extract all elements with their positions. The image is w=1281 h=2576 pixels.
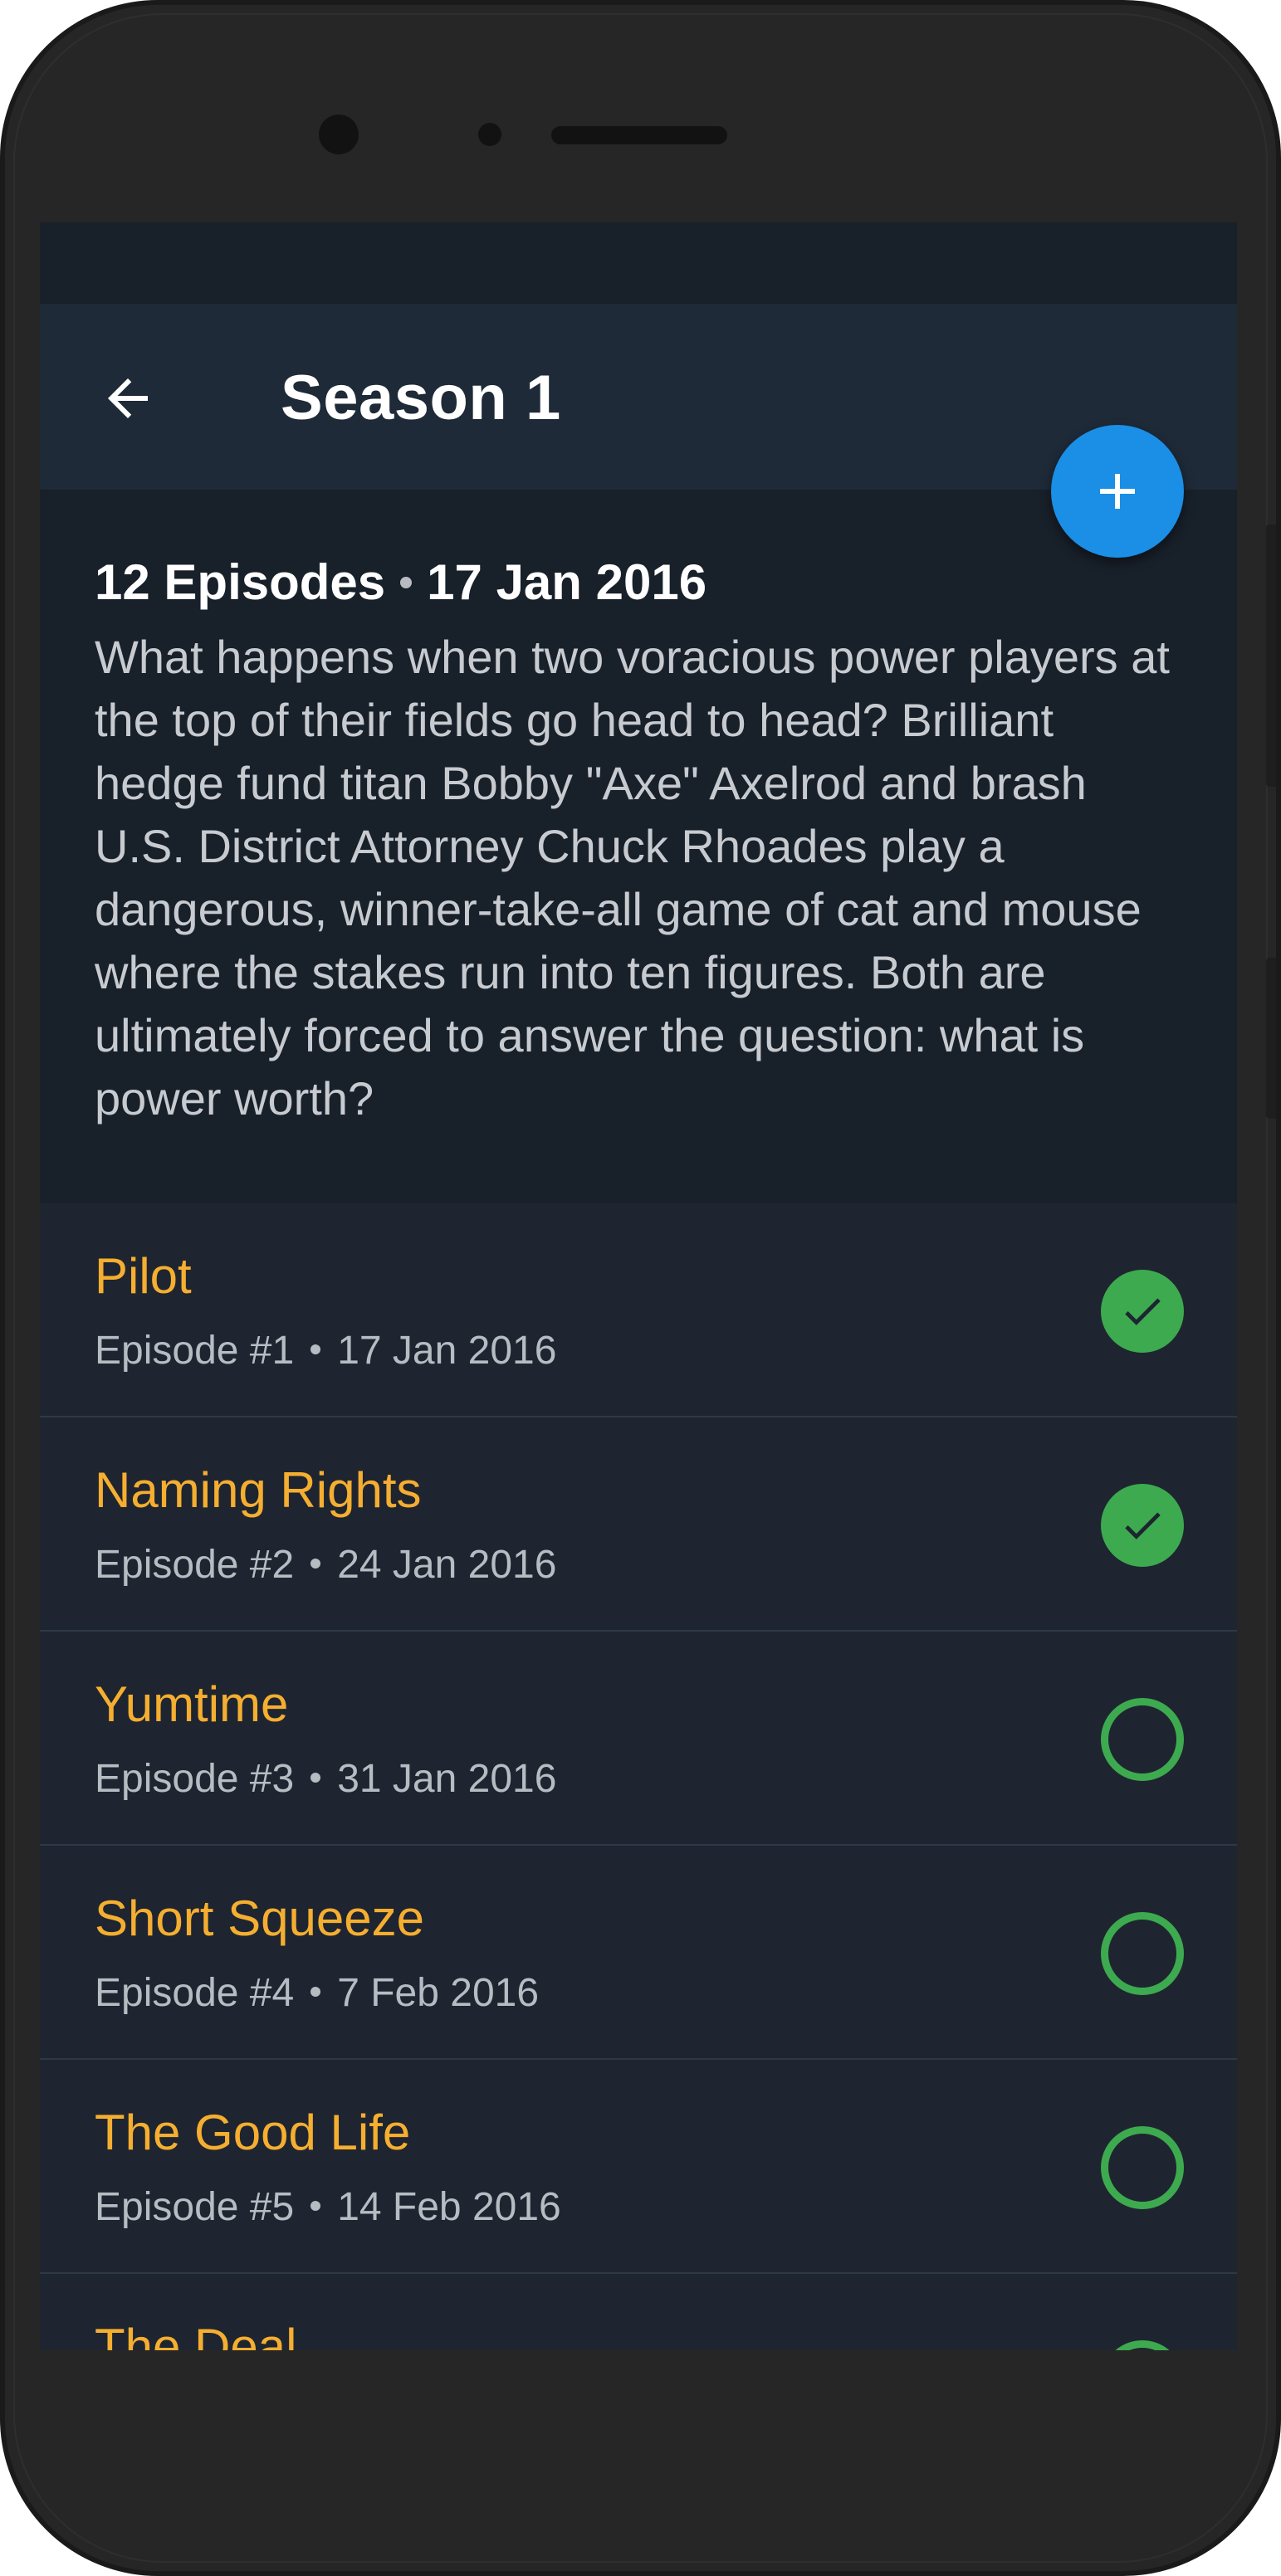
volume-button [1266,524,1276,787]
watched-toggle[interactable] [1101,2126,1184,2209]
episode-meta: Episode #1 17 Jan 2016 [95,1325,556,1378]
episode-number: Episode #3 [95,1757,295,1801]
earpiece-speaker [551,126,727,144]
episode-title: The Good Life [95,2105,411,2160]
episode-item[interactable]: Short Squeeze Episode #4 7 Feb 2016 [40,1846,1237,2060]
plus-icon [1100,474,1135,509]
episode-list: Pilot Episode #1 17 Jan 2016 Naming Right… [40,1203,1237,2350]
episode-item[interactable]: The Good Life Episode #5 14 Feb 2016 [40,2060,1237,2274]
episode-title: Yumtime [95,1676,289,1732]
episode-number: Episode #5 [95,2185,295,2229]
screen: Season 1 12 Episodes 17 Jan 2016 What hap… [40,222,1237,2350]
watched-toggle[interactable] [1101,1484,1184,1567]
watched-toggle[interactable] [1101,1270,1184,1353]
episode-title: Pilot [95,1248,192,1304]
front-camera [319,115,359,154]
season-summary: 12 Episodes 17 Jan 2016 What happens when… [40,490,1237,1203]
separator-dot [310,1987,321,1998]
episode-date: 24 Jan 2016 [337,1543,557,1587]
episode-date: 31 Jan 2016 [337,1757,557,1801]
power-button [1266,958,1276,1119]
back-button[interactable] [98,368,158,428]
watched-toggle[interactable] [1101,1912,1184,1995]
page-title: Season 1 [281,363,561,433]
separator-dot [310,1559,321,1569]
episode-item[interactable]: The Deal [40,2274,1237,2350]
season-air-date: 17 Jan 2016 [427,554,707,610]
episode-number: Episode #4 [95,1971,295,2015]
episode-number: Episode #1 [95,1329,295,1373]
episode-title: The Deal [95,2319,297,2350]
separator-dot [310,1344,321,1355]
status-bar [40,222,1237,304]
episode-title: Naming Rights [95,1462,422,1518]
episode-item[interactable]: Naming Rights Episode #2 24 Jan 2016 [40,1417,1237,1632]
season-description: What happens when two voracious power pl… [95,631,1170,1125]
phone-frame: Season 1 12 Episodes 17 Jan 2016 What hap… [0,0,1281,2576]
episode-title: Short Squeeze [95,1891,424,1946]
episode-meta: Episode #4 7 Feb 2016 [95,1967,539,2020]
episode-date: 17 Jan 2016 [337,1329,557,1373]
add-button[interactable] [1051,425,1184,558]
arrow-back-icon [108,378,148,418]
episode-item[interactable]: Yumtime Episode #3 31 Jan 2016 [40,1632,1237,1846]
check-icon [1125,1298,1161,1325]
season-meta: 12 Episodes 17 Jan 2016 [95,548,1182,617]
episode-date: 14 Feb 2016 [337,2185,561,2229]
episode-date: 7 Feb 2016 [337,1971,540,2015]
separator-dot [310,2201,321,2212]
proximity-sensor [478,123,501,146]
check-icon [1125,1512,1161,1539]
watched-toggle[interactable] [1101,1698,1184,1781]
episode-meta: Episode #2 24 Jan 2016 [95,1539,556,1592]
episode-item[interactable]: Pilot Episode #1 17 Jan 2016 [40,1203,1237,1417]
episode-meta: Episode #3 31 Jan 2016 [95,1753,556,1806]
watched-toggle[interactable] [1101,2340,1184,2350]
episode-meta: Episode #5 14 Feb 2016 [95,2181,561,2234]
episode-number: Episode #2 [95,1543,295,1587]
separator-dot [400,577,413,589]
separator-dot [310,1773,321,1783]
episode-count: 12 Episodes [95,554,386,610]
